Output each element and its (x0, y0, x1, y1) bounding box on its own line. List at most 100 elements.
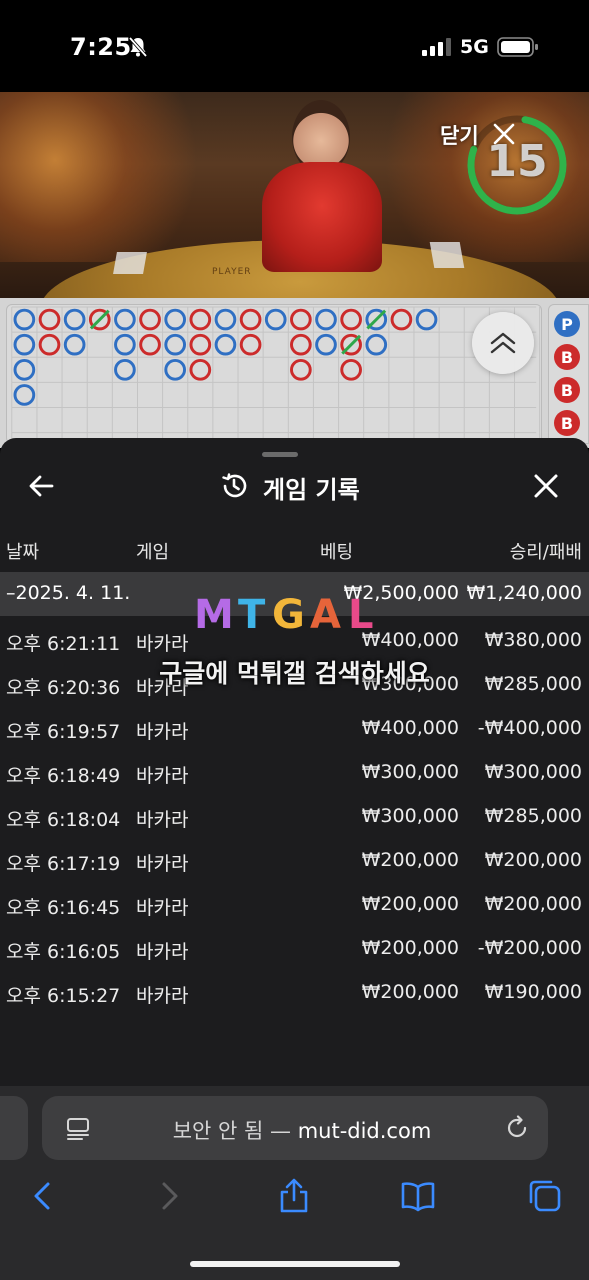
history-clock-icon (222, 473, 247, 498)
history-row[interactable]: 오후 6:18:49 바카라 ₩300,000 ₩300,000 (0, 752, 589, 796)
network-type: 5G (460, 36, 489, 58)
address-bar[interactable]: 보안 안 됨 — mut-did.com (42, 1096, 548, 1160)
row-bet: ₩300,000 (361, 805, 459, 827)
column-header-game: 게임 (136, 542, 170, 563)
bead-player-marker (164, 308, 187, 331)
row-bet: ₩400,000 (361, 717, 459, 739)
bead-player-marker (63, 308, 86, 331)
bead-player-marker (264, 308, 287, 331)
bead-player-marker (164, 333, 187, 356)
bead-player-marker (365, 333, 388, 356)
previous-tab[interactable] (0, 1096, 28, 1160)
reload-icon[interactable] (504, 1115, 530, 1141)
back-chevron-icon[interactable] (24, 1178, 60, 1214)
bookmarks-icon[interactable] (400, 1178, 436, 1214)
row-game: 바카라 (136, 985, 189, 1007)
history-row[interactable]: 오후 6:16:45 바카라 ₩200,000 ₩200,000 (0, 884, 589, 928)
history-row[interactable]: 오후 6:18:04 바카라 ₩300,000 ₩285,000 (0, 796, 589, 840)
history-row[interactable]: 오후 6:17:19 바카라 ₩200,000 ₩200,000 (0, 840, 589, 884)
bead-player-marker (214, 308, 237, 331)
bead-player-marker (114, 358, 136, 381)
close-icon[interactable] (532, 472, 560, 500)
row-game: 바카라 (136, 941, 189, 963)
road-chip-banker: B (554, 410, 580, 436)
bell-muted-icon (128, 36, 148, 58)
bead-player-marker (315, 308, 337, 331)
road-chip-banker: B (554, 344, 580, 370)
watermark-text: 구글에 먹튀갤 검색하세요 (159, 659, 430, 688)
history-row[interactable]: 오후 6:15:27 바카라 ₩200,000 ₩190,000 (0, 972, 589, 1016)
logo-letter: M (194, 592, 234, 638)
bead-player-marker (315, 333, 337, 356)
bead-banker-marker (340, 308, 362, 331)
scoreboard: P B B B (0, 298, 589, 448)
row-time: 오후 6:19:57 (6, 721, 121, 743)
row-result: ₩300,000 (484, 761, 582, 783)
history-row[interactable]: 오후 6:19:57 바카라 ₩400,000 -₩400,000 (0, 708, 589, 752)
sheet-grab-handle[interactable] (262, 452, 298, 457)
bead-banker-marker (38, 308, 61, 331)
row-time: 오후 6:17:19 (6, 853, 121, 875)
row-bet: ₩200,000 (361, 893, 459, 915)
bead-banker-marker (139, 308, 161, 331)
bead-player-marker (114, 308, 136, 331)
history-row[interactable]: 오후 6:16:05 바카라 ₩200,000 -₩200,000 (0, 928, 589, 972)
back-arrow-icon[interactable] (28, 472, 56, 500)
bead-player-marker (214, 333, 237, 356)
bead-banker-marker (340, 358, 362, 381)
home-indicator[interactable] (190, 1261, 400, 1267)
share-icon[interactable] (276, 1178, 312, 1214)
bead-banker-marker (189, 333, 212, 356)
status-bar: 7:25 5G (0, 0, 589, 92)
bead-banker-marker (189, 358, 212, 381)
bead-banker-marker (239, 333, 262, 356)
summary-date: –2025. 4. 11. (6, 582, 131, 604)
bead-player-marker (13, 308, 36, 331)
row-time: 오후 6:16:45 (6, 897, 121, 919)
bead-player-marker (415, 308, 438, 331)
column-header-result: 승리/패배 (509, 542, 582, 563)
row-game: 바카라 (136, 809, 189, 831)
column-header-date: 날짜 (6, 542, 40, 563)
row-time: 오후 6:16:05 (6, 941, 121, 963)
logo-letter: L (348, 592, 374, 638)
row-result: ₩380,000 (484, 629, 582, 651)
bead-banker-marker (189, 308, 212, 331)
expand-scoreboard-button[interactable] (472, 312, 534, 374)
row-result: ₩200,000 (484, 893, 582, 915)
row-result: ₩285,000 (484, 805, 582, 827)
logo-letter: A (310, 592, 341, 638)
close-video-label[interactable]: 닫기 (440, 120, 479, 150)
column-header-bet: 베팅 (320, 542, 354, 563)
bead-banker-marker (390, 308, 413, 331)
game-history-sheet: 게임 기록 날짜 게임 베팅 승리/패배 –2025. 4. 11. ₩2,50… (0, 438, 589, 1086)
logo-letter: G (272, 592, 305, 638)
security-warning: 보안 안 됨 — (172, 1119, 298, 1143)
domain-text: mut-did.com (297, 1119, 432, 1143)
bead-banker-marker (139, 333, 161, 356)
row-result: -₩400,000 (477, 717, 582, 739)
page-menu-icon[interactable] (66, 1116, 90, 1140)
dealer (262, 162, 382, 272)
bead-banker-marker (290, 333, 312, 356)
row-game: 바카라 (136, 633, 189, 655)
close-icon[interactable] (492, 122, 516, 146)
address-text[interactable]: 보안 안 됨 — mut-did.com (112, 1115, 492, 1145)
forward-chevron-icon[interactable] (152, 1178, 188, 1214)
background-foliage (0, 92, 230, 262)
card-shoe (429, 242, 465, 268)
row-result: -₩200,000 (477, 937, 582, 959)
battery-icon (497, 37, 538, 57)
row-bet: ₩300,000 (361, 761, 459, 783)
bead-player-marker (13, 358, 36, 381)
row-game: 바카라 (136, 853, 189, 875)
bead-player-marker (63, 333, 86, 356)
row-bet: ₩200,000 (361, 937, 459, 959)
bead-banker-marker (290, 358, 312, 381)
row-game: 바카라 (136, 765, 189, 787)
tabs-icon[interactable] (526, 1178, 562, 1214)
bead-player-marker (13, 333, 36, 356)
countdown-timer: 15 (486, 136, 548, 187)
road-chip-player: P (554, 311, 580, 337)
cellular-signal-icon (422, 38, 451, 56)
